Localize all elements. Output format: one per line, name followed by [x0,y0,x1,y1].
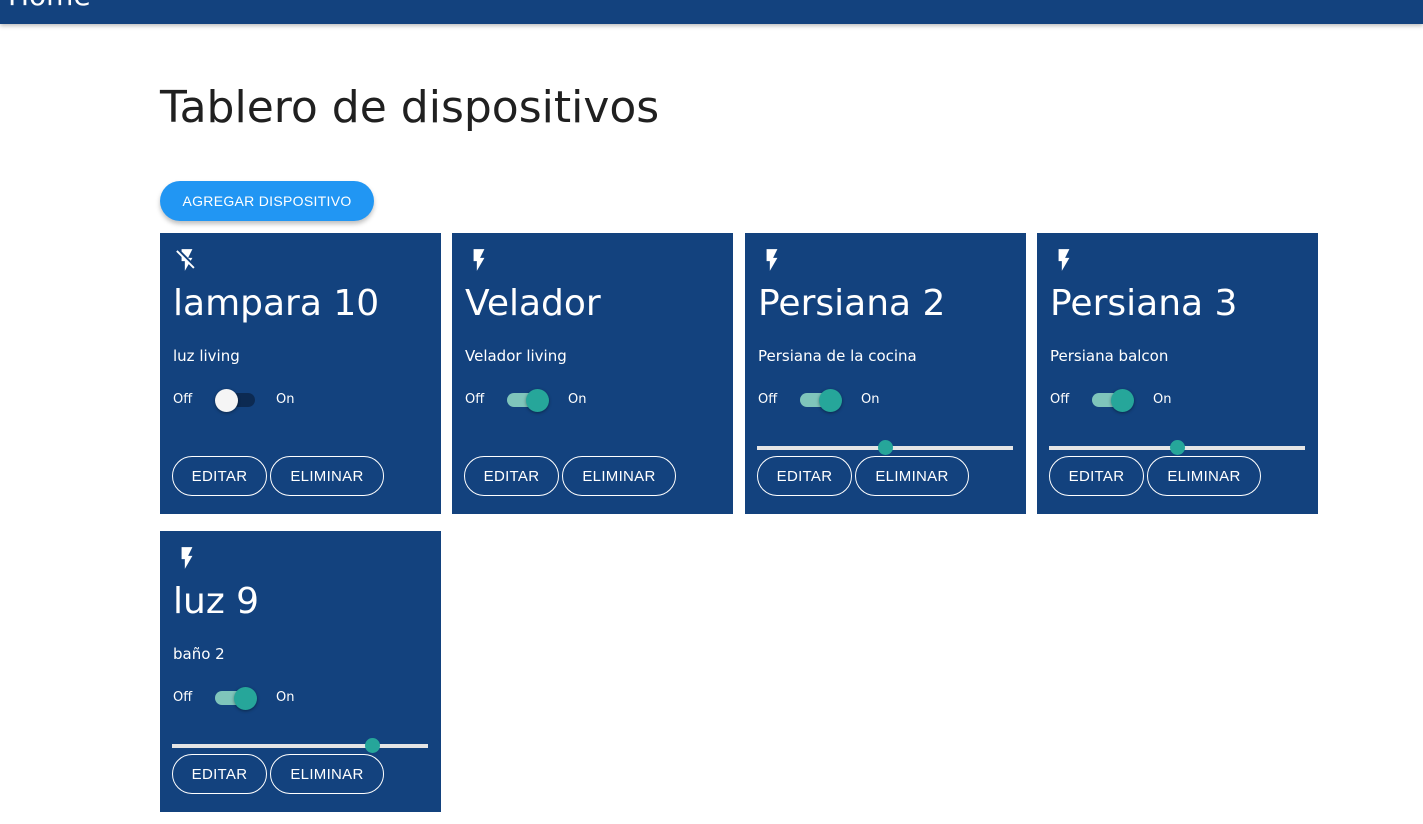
device-card: Persiana 2 Persiana de la cocina Off On E… [745,233,1026,514]
toggle-thumb[interactable] [1111,389,1134,412]
switch-off-label: Off [758,392,778,407]
flash-icon [174,544,200,572]
power-toggle[interactable] [800,389,842,412]
device-description: Velador living [465,347,567,365]
delete-button[interactable]: ELIMINAR [270,456,384,496]
device-description: luz living [173,347,240,365]
switch-on-label: On [276,690,295,705]
device-name: lampara 10 [173,283,380,324]
switch-on-label: On [861,392,880,407]
slider-thumb[interactable] [1170,440,1185,455]
app-title: Home [8,0,91,14]
edit-button[interactable]: EDITAR [172,456,267,496]
edit-button[interactable]: EDITAR [757,456,852,496]
slider-thumb[interactable] [878,440,893,455]
level-slider[interactable] [757,440,1013,455]
power-switch-row: Off On [465,389,665,412]
flash-icon [466,246,492,274]
edit-button[interactable]: EDITAR [172,754,267,794]
device-card: Velador Velador living Off On EDITAR ELIM… [452,233,733,514]
slider-thumb[interactable] [365,738,380,753]
top-app-bar: Home [0,0,1423,24]
toggle-thumb[interactable] [215,389,238,412]
power-toggle[interactable] [215,389,255,412]
device-name: Persiana 3 [1050,283,1238,324]
switch-off-label: Off [1050,392,1070,407]
switch-on-label: On [568,392,587,407]
toggle-thumb[interactable] [526,389,549,412]
edit-button[interactable]: EDITAR [464,456,559,496]
flash-icon [1051,246,1077,274]
add-device-button[interactable]: AGREGAR DISPOSITIVO [160,181,374,221]
device-name: Persiana 2 [758,283,946,324]
delete-button[interactable]: ELIMINAR [270,754,384,794]
delete-button[interactable]: ELIMINAR [855,456,969,496]
power-toggle[interactable] [507,389,549,412]
device-name: Velador [465,283,601,324]
device-name: luz 9 [173,581,260,622]
power-switch-row: Off On [173,389,373,412]
switch-on-label: On [276,392,295,407]
device-card: Persiana 3 Persiana balcon Off On EDITAR … [1037,233,1318,514]
power-switch-row: Off On [1050,389,1250,412]
page-title: Tablero de dispositivos [160,82,660,133]
slider-track [172,744,428,748]
level-slider[interactable] [1049,440,1305,455]
power-toggle[interactable] [215,687,257,710]
delete-button[interactable]: ELIMINAR [562,456,676,496]
device-description: Persiana balcon [1050,347,1169,365]
power-toggle[interactable] [1092,389,1134,412]
device-card: lampara 10 luz living Off On EDITAR ELIMI… [160,233,441,514]
power-switch-row: Off On [758,389,958,412]
edit-button[interactable]: EDITAR [1049,456,1144,496]
device-card: luz 9 baño 2 Off On EDITAR ELIMINAR [160,531,441,812]
toggle-thumb[interactable] [234,687,257,710]
flash-off-icon [174,246,200,274]
switch-off-label: Off [173,392,193,407]
level-slider[interactable] [172,738,428,753]
device-description: Persiana de la cocina [758,347,917,365]
switch-off-label: Off [465,392,485,407]
toggle-thumb[interactable] [819,389,842,412]
delete-button[interactable]: ELIMINAR [1147,456,1261,496]
device-description: baño 2 [173,645,225,663]
switch-on-label: On [1153,392,1172,407]
switch-off-label: Off [173,690,193,705]
flash-icon [759,246,785,274]
power-switch-row: Off On [173,687,373,710]
